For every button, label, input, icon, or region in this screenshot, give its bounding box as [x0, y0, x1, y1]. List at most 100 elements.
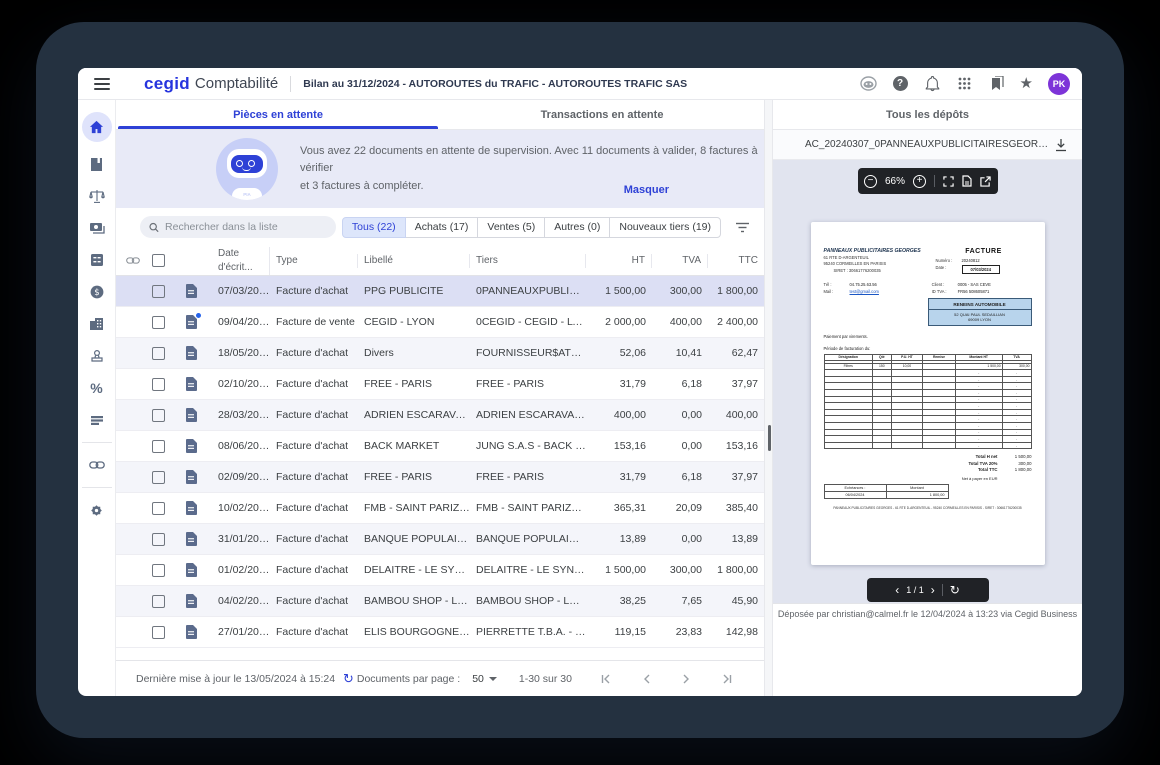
sidebar-item-entries[interactable] — [82, 250, 112, 270]
row-checkbox[interactable] — [152, 440, 165, 453]
col-date[interactable]: Date d'écrit... — [212, 247, 270, 275]
invoice-payment-line: Paiement par virements. — [824, 334, 1032, 339]
sidebar-item-journal[interactable] — [82, 154, 112, 174]
sidebar-item-company[interactable] — [82, 314, 112, 334]
download-icon[interactable] — [1054, 138, 1068, 152]
search-input[interactable] — [165, 221, 327, 233]
next-doc-page-icon[interactable]: › — [931, 584, 935, 596]
filter-chip[interactable]: Ventes (5) — [477, 217, 545, 238]
sidebar-item-lists[interactable] — [82, 410, 112, 430]
table-row[interactable]: 09/04/2024 Facture de vente CEGID - LYON… — [116, 307, 764, 338]
previous-doc-page-icon[interactable]: ‹ — [895, 584, 899, 596]
table-row[interactable]: 07/03/2024 Facture d'achat PPG PUBLICITE… — [116, 276, 764, 307]
col-ttc[interactable]: TTC — [708, 254, 764, 268]
tab-tous-les-depots[interactable]: Tous les dépôts — [773, 100, 1082, 130]
row-checkbox[interactable] — [152, 347, 165, 360]
filter-chip[interactable]: Tous (22) — [342, 217, 406, 238]
row-checkbox[interactable] — [152, 564, 165, 577]
scrollbar-thumb[interactable] — [768, 425, 771, 451]
rotate-icon[interactable]: ↻ — [950, 583, 960, 597]
filter-list-icon[interactable] — [735, 222, 750, 233]
row-checkbox[interactable] — [152, 378, 165, 391]
per-page-select[interactable]: 50 — [472, 673, 497, 685]
document-view-icon[interactable] — [962, 175, 972, 187]
row-checkbox[interactable] — [152, 471, 165, 484]
row-checkbox[interactable] — [152, 316, 165, 329]
help-icon[interactable]: ? — [892, 75, 909, 92]
filter-chip[interactable]: Achats (17) — [405, 217, 479, 238]
row-checkbox[interactable] — [152, 595, 165, 608]
search-box[interactable] — [140, 216, 336, 238]
sidebar-item-stamp[interactable] — [82, 346, 112, 366]
preview-panel: Tous les dépôts AC_20240307_0PANNEAUXPUB… — [773, 100, 1082, 696]
table-row[interactable]: 27/01/2023 Facture d'achat ELIS BOURGOGN… — [116, 617, 764, 648]
table-row[interactable]: 18/05/2023 Facture d'achat Divers FOURNI… — [116, 338, 764, 369]
first-page-button[interactable] — [586, 674, 626, 684]
notifications-bell-icon[interactable] — [924, 75, 941, 92]
row-ht: 13,89 — [586, 533, 652, 545]
list-scrollbar[interactable] — [764, 100, 773, 696]
previous-page-button[interactable] — [626, 674, 666, 684]
row-date: 27/01/2023 — [212, 626, 270, 638]
sidebar-item-vat-rates[interactable]: % — [82, 378, 112, 398]
user-avatar[interactable]: PK — [1048, 73, 1070, 95]
next-page-button[interactable] — [666, 674, 706, 684]
sidebar-item-home[interactable] — [82, 112, 112, 142]
zoom-in-icon[interactable]: + — [913, 175, 926, 188]
row-checkbox[interactable] — [152, 502, 165, 515]
row-tva: 300,00 — [652, 285, 708, 297]
row-tva: 6,18 — [652, 471, 708, 483]
bookmarks-icon[interactable] — [988, 75, 1005, 92]
col-tiers[interactable]: Tiers — [470, 254, 586, 268]
col-tva[interactable]: TVA — [652, 254, 708, 268]
row-ttc: 37,97 — [708, 378, 764, 390]
filter-chip[interactable]: Nouveaux tiers (19) — [609, 217, 721, 238]
row-checkbox[interactable] — [152, 533, 165, 546]
table-row[interactable]: 02/10/2023 Facture d'achat FREE - PARIS … — [116, 369, 764, 400]
last-page-button[interactable] — [706, 674, 746, 684]
zoom-out-icon[interactable]: − — [864, 175, 877, 188]
hide-banner-link[interactable]: Masquer — [624, 184, 669, 196]
col-type[interactable]: Type — [270, 254, 358, 268]
row-type: Facture d'achat — [270, 626, 358, 638]
table-row[interactable]: 10/02/2023 Facture d'achat FMB - SAINT P… — [116, 493, 764, 524]
document-icon — [185, 594, 199, 608]
row-checkbox[interactable] — [152, 409, 165, 422]
table-row[interactable]: 04/02/2023 Facture d'achat BAMBOU SHOP -… — [116, 586, 764, 617]
table-row[interactable]: 01/02/2024 Facture d'achat DELAITRE - LE… — [116, 555, 764, 586]
tab-transactions-en-attente[interactable]: Transactions en attente — [440, 100, 764, 129]
row-checkbox[interactable] — [152, 626, 165, 639]
col-ht[interactable]: HT — [586, 254, 652, 268]
menu-icon[interactable] — [94, 78, 110, 90]
sidebar-item-links[interactable] — [82, 455, 112, 475]
table-row[interactable]: 02/09/2023 Facture d'achat FREE - PARIS … — [116, 462, 764, 493]
invoice-company-block: PANNEAUX PUBLICITAIRES GEORGES 61 RTE D-… — [824, 248, 921, 274]
row-ht: 119,15 — [586, 626, 652, 638]
assistant-robot-icon[interactable] — [860, 75, 877, 92]
table-row[interactable]: 08/06/2023 Facture d'achat BACK MARKET J… — [116, 431, 764, 462]
filter-chip[interactable]: Autres (0) — [544, 217, 610, 238]
select-all-checkbox[interactable] — [152, 254, 165, 267]
invoice-preview-page[interactable]: PANNEAUX PUBLICITAIRES GEORGES 61 RTE D-… — [811, 222, 1045, 565]
fullscreen-icon[interactable] — [943, 176, 954, 187]
sidebar-item-balance[interactable] — [82, 186, 112, 206]
table-row[interactable]: 31/01/2023 Facture d'achat BANQUE POPULA… — [116, 524, 764, 555]
row-tiers: FREE - PARIS — [470, 378, 586, 390]
sidebar-item-settings[interactable] — [82, 500, 112, 520]
row-checkbox[interactable] — [152, 285, 165, 298]
table-row[interactable]: 28/03/2023 Facture d'achat ADRIEN ESCARA… — [116, 400, 764, 431]
apps-grid-icon[interactable] — [956, 75, 973, 92]
favorites-star-icon[interactable]: ★ — [1020, 76, 1033, 91]
link-column-icon — [122, 256, 144, 265]
list-footer: Dernière mise à jour le 13/05/2024 à 15:… — [116, 660, 764, 696]
tab-pieces-en-attente[interactable]: Pièces en attente — [116, 100, 440, 129]
col-libelle[interactable]: Libellé — [358, 254, 470, 268]
refresh-icon[interactable]: ↻ — [343, 671, 354, 687]
open-external-icon[interactable] — [980, 176, 991, 187]
sidebar-item-currency[interactable]: $ — [82, 282, 112, 302]
sidebar-item-payments[interactable] — [82, 218, 112, 238]
document-icon — [185, 315, 199, 329]
row-tiers: JUNG S.A.S - BACK MARKET — [470, 440, 586, 452]
table-header: Date d'écrit... Type Libellé Tiers HT TV… — [116, 246, 764, 276]
row-ttc: 400,00 — [708, 409, 764, 421]
